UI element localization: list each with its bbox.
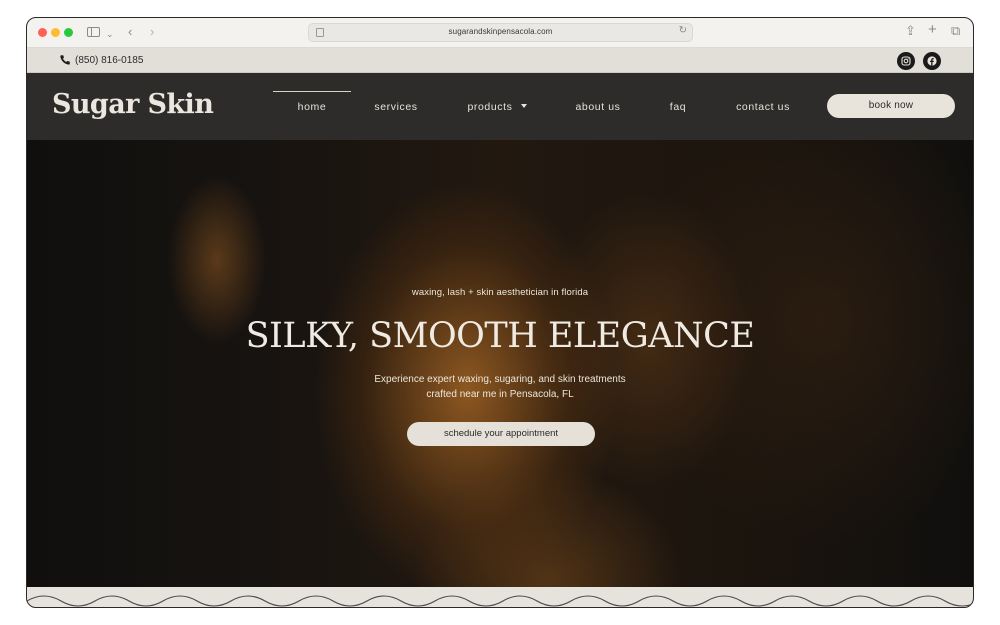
share-icon[interactable]: ⇪ [905,23,916,39]
nav-item-contact-us[interactable]: contact us [727,101,799,113]
sidebar-toggle-icon[interactable] [87,27,100,37]
new-tab-icon[interactable]: + [928,22,937,38]
chevron-down-icon[interactable]: ⌄ [106,26,114,42]
schedule-appointment-button[interactable]: schedule your appointment [407,422,595,446]
hero-title: SILKY, SMOOTH ELEGANCE [245,316,755,356]
phone-number[interactable]: (850) 816-0185 [75,55,143,66]
nav-item-services[interactable]: services [361,101,431,113]
book-now-button[interactable]: book now [827,94,955,118]
hero-description-line-1: Experience expert waxing, sugaring, and … [374,374,626,385]
browser-window: ⌄ ‹ › sugarandskinpensacola.com ↻ ⇪ + ⧉ … [26,17,974,608]
instagram-link[interactable] [897,52,915,70]
back-icon[interactable]: ‹ [128,24,132,40]
address-bar[interactable]: sugarandskinpensacola.com ↻ [308,23,693,42]
active-nav-indicator [273,91,351,92]
hero-section: waxing, lash + skin aesthetician in flor… [27,140,973,587]
reload-icon[interactable]: ↻ [679,25,687,36]
caret-down-icon [520,104,527,108]
hero-background-image [27,140,973,587]
facebook-icon [927,56,937,66]
contact-bar: (850) 816-0185 [27,48,973,73]
nav-item-products-label: products [467,101,513,113]
wave-pattern [27,595,973,607]
hero-eyebrow: waxing, lash + skin aesthetician in flor… [411,287,589,298]
main-navigation: Sugar Skin home services products about … [27,73,973,140]
site-logo[interactable]: Sugar Skin [52,89,214,120]
nav-item-home[interactable]: home [273,101,351,113]
forward-icon[interactable]: › [150,24,154,40]
nav-item-faq[interactable]: faq [658,101,698,113]
close-window-button[interactable] [38,28,47,37]
nav-item-products[interactable]: products [457,101,537,113]
maximize-window-button[interactable] [64,28,73,37]
url-text: sugarandskinpensacola.com [448,27,553,36]
wave-divider [27,587,973,607]
phone-icon [60,55,70,65]
instagram-icon [901,56,911,66]
hero-description: Experience expert waxing, sugaring, and … [27,372,973,402]
facebook-link[interactable] [923,52,941,70]
nav-item-about-us[interactable]: about us [563,101,633,113]
browser-toolbar: ⌄ ‹ › sugarandskinpensacola.com ↻ ⇪ + ⧉ [27,18,973,48]
minimize-window-button[interactable] [51,28,60,37]
tab-overview-icon[interactable]: ⧉ [951,23,960,39]
hero-description-line-2: crafted near me in Pensacola, FL [426,389,574,400]
